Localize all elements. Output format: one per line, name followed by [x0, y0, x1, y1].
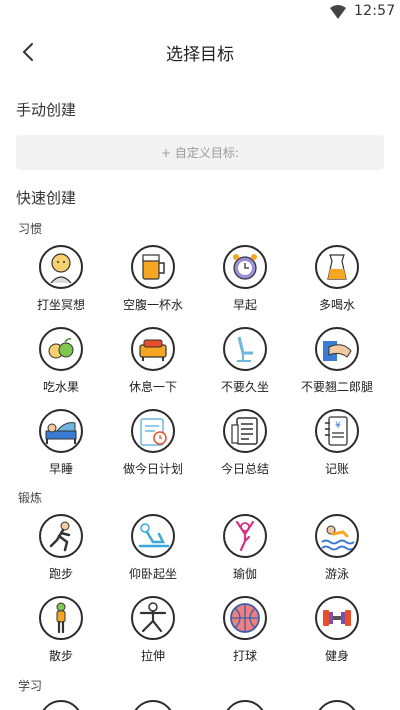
goal-label: 不要翘二郎腿 [300, 380, 373, 394]
study-item-icon [39, 700, 83, 710]
goal-label: 拉伸 [140, 649, 165, 663]
goal-item-partial[interactable] [197, 700, 293, 710]
basketball-icon [223, 596, 267, 640]
goal-label: 早起 [232, 298, 257, 312]
notebook-icon [223, 409, 267, 453]
goal-label: 散步 [48, 649, 73, 663]
goal-label: 休息一下 [128, 380, 177, 394]
fruit-icon [39, 327, 83, 371]
category-label-exercise: 锻炼 [18, 491, 43, 505]
goal-item[interactable]: ¥ 记账 [289, 409, 385, 477]
goal-label: 早睡 [48, 462, 73, 476]
goal-item[interactable]: 游泳 [289, 514, 385, 582]
goal-item[interactable]: 仰卧起坐 [105, 514, 201, 582]
goal-label: 跑步 [48, 567, 73, 581]
goal-item-partial[interactable] [105, 700, 201, 710]
goal-item[interactable]: 早睡 [13, 409, 109, 477]
goal-item[interactable]: 空腹一杯水 [105, 245, 201, 313]
runner-icon [39, 514, 83, 558]
dumbbell-icon [315, 596, 359, 640]
status-bar: 12:57 [0, 0, 400, 24]
walker-icon [39, 596, 83, 640]
study-item-icon [131, 700, 175, 710]
goal-item[interactable]: 早起 [197, 245, 293, 313]
goal-label: 打球 [232, 649, 257, 663]
wifi-icon [330, 5, 346, 19]
goal-item[interactable]: 健身 [289, 596, 385, 664]
goal-item[interactable]: 多喝水 [289, 245, 385, 313]
study-item-icon [223, 700, 267, 710]
manual-create-heading: 手动创建 [16, 101, 77, 119]
stretch-icon [131, 596, 175, 640]
yoga-icon [223, 514, 267, 558]
goal-item[interactable]: 打坐冥想 [13, 245, 109, 313]
beer-mug-icon [131, 245, 175, 289]
swimmer-icon [315, 514, 359, 558]
goal-label: 空腹一杯水 [122, 298, 183, 312]
quick-create-heading: 快速创建 [16, 189, 77, 207]
goal-label: 健身 [324, 649, 349, 663]
goal-item[interactable]: 不要翘二郎腿 [289, 327, 385, 395]
situp-icon [131, 514, 175, 558]
goal-item[interactable]: 不要久坐 [197, 327, 293, 395]
goal-label: 打坐冥想 [36, 298, 85, 312]
title-bar: 选择目标 [0, 24, 400, 80]
study-item-icon [315, 700, 359, 710]
goal-label: 不要久坐 [220, 380, 269, 394]
water-jug-icon [315, 245, 359, 289]
bed-icon [39, 409, 83, 453]
ledger-yen-icon: ¥ [315, 409, 359, 453]
goal-item-partial[interactable] [289, 700, 385, 710]
office-chair-icon [223, 327, 267, 371]
goal-item[interactable]: 吃水果 [13, 327, 109, 395]
status-time: 12:57 [354, 3, 396, 19]
goal-item[interactable]: 跑步 [13, 514, 109, 582]
svg-text:¥: ¥ [335, 421, 341, 431]
goal-label: 仰卧起坐 [128, 567, 177, 581]
goal-label: 今日总结 [220, 462, 269, 476]
goal-item[interactable]: 今日总结 [197, 409, 293, 477]
meditation-icon [39, 245, 83, 289]
alarm-clock-icon [223, 245, 267, 289]
category-label-study: 学习 [18, 679, 43, 693]
goal-label: 记账 [324, 462, 349, 476]
goal-item[interactable]: 拉伸 [105, 596, 201, 664]
goal-item[interactable]: 打球 [197, 596, 293, 664]
goal-item[interactable]: 散步 [13, 596, 109, 664]
custom-goal-input[interactable]: + 自定义目标: [16, 135, 384, 170]
goal-item[interactable]: 做今日计划 [105, 409, 201, 477]
goal-label: 多喝水 [318, 298, 355, 312]
goal-label: 瑜伽 [232, 567, 257, 581]
sofa-icon [131, 327, 175, 371]
category-label-habits: 习惯 [18, 222, 43, 236]
goal-label: 吃水果 [42, 380, 79, 394]
goal-item[interactable]: 休息一下 [105, 327, 201, 395]
crossed-legs-icon [315, 327, 359, 371]
goal-item[interactable]: 瑜伽 [197, 514, 293, 582]
calendar-plan-icon [131, 409, 175, 453]
goal-label: 做今日计划 [122, 462, 183, 476]
goal-label: 游泳 [324, 567, 349, 581]
goal-item-partial[interactable] [13, 700, 109, 710]
page-title: 选择目标 [166, 45, 234, 65]
